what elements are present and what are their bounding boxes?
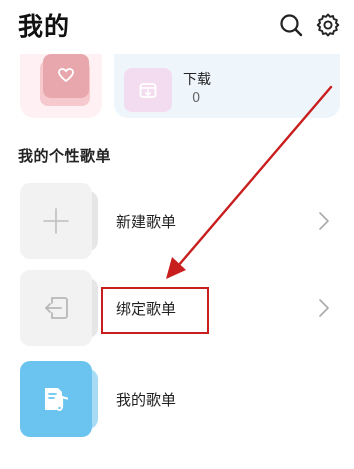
thumb-stack: [20, 270, 106, 346]
music-doc-icon: [45, 388, 69, 411]
plus-icon: [43, 208, 69, 234]
thumb-stack: [20, 183, 106, 259]
annotation-highlight-box: [101, 287, 209, 334]
thumb-stack: [20, 361, 106, 437]
thumb-front: [20, 270, 92, 346]
gear-icon[interactable]: [315, 12, 341, 38]
download-box-icon: [139, 83, 157, 98]
list-item-my-playlist[interactable]: 我的歌单: [0, 361, 354, 439]
liked-thumb: [43, 54, 89, 98]
page-title: 我的: [18, 12, 71, 41]
search-icon[interactable]: [278, 12, 304, 38]
chevron-right-icon: [319, 299, 329, 317]
download-count: 0: [192, 91, 201, 106]
chevron-right-icon: [319, 212, 329, 230]
thumb-front: [20, 183, 92, 259]
liked-songs-card[interactable]: [20, 54, 102, 118]
download-thumb: [124, 68, 172, 112]
list-item-new-playlist[interactable]: 新建歌单: [0, 183, 354, 261]
list-item-label: 我的歌单: [116, 391, 177, 409]
list-item-label: 新建歌单: [116, 213, 177, 231]
import-icon: [45, 297, 68, 319]
thumb-front: [20, 361, 92, 437]
section-heading: 我的个性歌单: [18, 147, 112, 165]
download-title: 下载: [183, 72, 211, 88]
header: 我的: [0, 0, 354, 48]
my-page: 我的 下载 0 我的个性歌单 新建歌单 绑定歌单 我的歌单: [0, 0, 354, 469]
heart-icon: [58, 68, 74, 82]
download-card[interactable]: 下载 0: [114, 54, 340, 118]
